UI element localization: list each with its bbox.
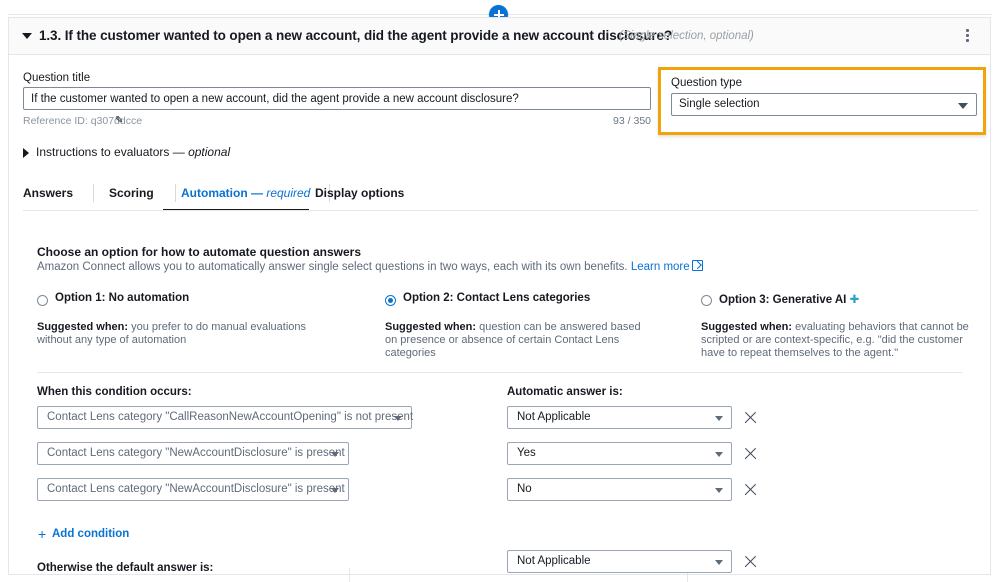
option-2-desc: Suggested when: question can be answered…: [385, 321, 655, 360]
answer-select-1[interactable]: Not Applicable: [507, 406, 732, 429]
question-tabs: Answers Scoring Automation — required Di…: [23, 179, 978, 211]
question-type-highlight: Question type Single selection: [658, 67, 986, 135]
divider: [23, 210, 978, 211]
tab-display-options[interactable]: Display options: [315, 179, 425, 210]
divider: [37, 372, 962, 373]
automation-section-desc: Amazon Connect allows you to automatical…: [37, 260, 703, 273]
tab-answers[interactable]: Answers: [23, 179, 93, 210]
caret-down-icon[interactable]: [22, 33, 32, 39]
evaluation-form-question-editor: 1.3. If the customer wanted to open a ne…: [0, 0, 1000, 582]
condition-select-3[interactable]: Contact Lens category "NewAccountDisclos…: [37, 478, 349, 501]
radio-option-3[interactable]: [701, 295, 712, 306]
question-card: 1.3. If the customer wanted to open a ne…: [8, 17, 991, 575]
question-card-header: 1.3. If the customer wanted to open a ne…: [9, 18, 990, 55]
option-1-title: Option 1: No automation: [55, 292, 189, 304]
option-3-title: Option 3: Generative AI ✚: [719, 292, 862, 306]
condition-column-header: When this condition occurs:: [37, 386, 192, 398]
chevron-down-icon: [394, 416, 402, 421]
kebab-menu-icon[interactable]: [960, 29, 974, 45]
default-answer-select[interactable]: Not Applicable: [507, 550, 732, 573]
remove-default-answer-icon[interactable]: [743, 554, 758, 569]
character-counter: 93 / 350: [594, 115, 651, 127]
caret-right-icon: [23, 148, 29, 158]
chevron-down-icon: [715, 560, 723, 565]
question-type-label: Question type: [671, 77, 742, 89]
radio-option-2[interactable]: [385, 295, 396, 306]
divider: [349, 568, 350, 582]
remove-condition-1-icon[interactable]: [743, 410, 758, 425]
radio-option-1[interactable]: [37, 295, 48, 306]
chevron-down-icon: [715, 452, 723, 457]
automation-section-title: Choose an option for how to automate que…: [37, 245, 361, 259]
default-answer-label: Otherwise the default answer is:: [37, 562, 213, 574]
question-type-select[interactable]: Single selection: [671, 93, 977, 116]
remove-condition-2-icon[interactable]: [743, 446, 758, 461]
question-meta: (Single selection, optional): [619, 30, 754, 42]
chevron-down-icon: [958, 103, 968, 109]
condition-select-1[interactable]: Contact Lens category "CallReasonNewAcco…: [37, 406, 412, 429]
pencil-icon[interactable]: ✎: [115, 115, 124, 126]
sparkle-icon: ✚: [850, 292, 862, 306]
divider: [93, 184, 94, 202]
chevron-down-icon: [715, 488, 723, 493]
tab-automation[interactable]: Automation — required: [163, 179, 329, 210]
chevron-down-icon: [331, 488, 339, 493]
remove-condition-3-icon[interactable]: [743, 482, 758, 497]
instructions-label: Instructions to evaluators — optional: [36, 145, 230, 159]
condition-select-2[interactable]: Contact Lens category "NewAccountDisclos…: [37, 442, 349, 465]
option-2-title: Option 2: Contact Lens categories: [403, 292, 590, 304]
automation-options: Option 1: No automation Suggested when: …: [9, 292, 990, 364]
question-title-label: Question title: [23, 72, 90, 84]
learn-more-link[interactable]: Learn more: [631, 261, 690, 273]
plus-icon: +: [38, 529, 46, 540]
external-link-icon: [692, 260, 703, 271]
answer-column-header: Automatic answer is:: [507, 386, 623, 398]
chevron-down-icon: [331, 452, 339, 457]
chevron-down-icon: [715, 416, 723, 421]
question-type-value: Single selection: [679, 98, 760, 110]
add-condition-button[interactable]: + Add condition: [52, 528, 129, 540]
reference-id: Reference ID: q307ddcce: [23, 115, 142, 127]
answer-select-2[interactable]: Yes: [507, 442, 732, 465]
page-title: 1.3. If the customer wanted to open a ne…: [39, 28, 672, 43]
question-title-input[interactable]: [23, 87, 651, 110]
option-1-desc: Suggested when: you prefer to do manual …: [37, 321, 327, 347]
answer-select-3[interactable]: No: [507, 478, 732, 501]
option-3-desc: Suggested when: evaluating behaviors tha…: [701, 321, 979, 360]
